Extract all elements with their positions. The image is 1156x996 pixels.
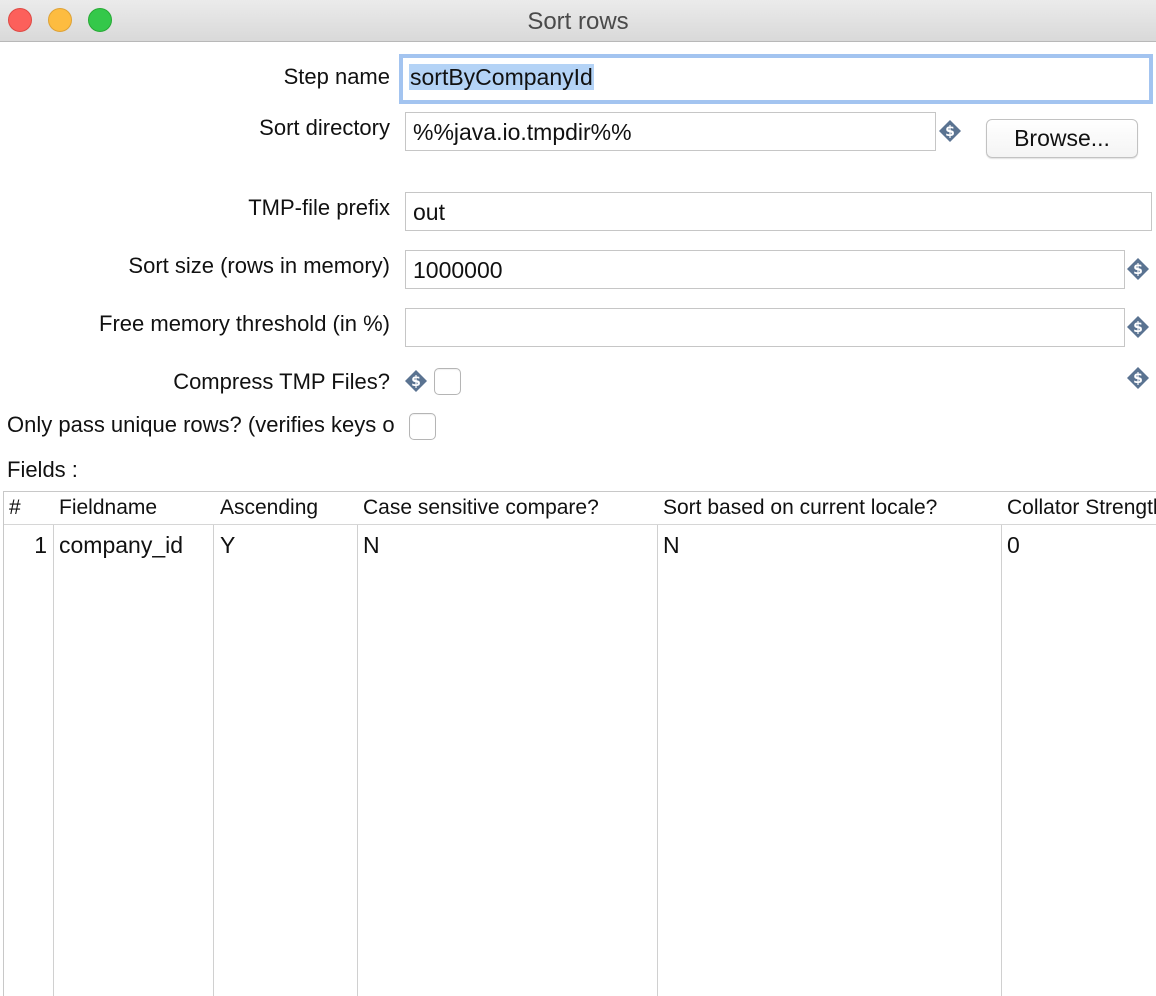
window-title: Sort rows [527,8,629,35]
fields-label: Fields : [7,457,78,482]
cell-collator-strength[interactable]: 0 [1007,532,1020,559]
header-locale[interactable]: Sort based on current locale? [663,496,999,520]
cell-index[interactable]: 1 [4,532,47,559]
free-memory-label: Free memory threshold (in %) [99,311,390,336]
column-ascending [214,492,358,996]
svg-text:$: $ [945,124,955,140]
header-case-sensitive[interactable]: Case sensitive compare? [363,496,655,520]
title-bar: Sort rows [0,0,1156,42]
step-name-value: sortByCompanyId [409,64,594,90]
sort-directory-label: Sort directory [259,115,390,140]
dollar-variable-icon[interactable]: $ [1126,257,1150,281]
header-ascending[interactable]: Ascending [220,496,356,520]
step-name-input[interactable]: sortByCompanyId [399,54,1153,104]
compress-checkbox[interactable] [434,368,461,395]
cell-case-sensitive[interactable]: N [363,532,380,559]
sort-directory-input[interactable]: %%java.io.tmpdir%% [405,112,936,151]
free-memory-input[interactable] [405,308,1125,347]
fields-table[interactable]: # Fieldname Ascending Case sensitive com… [3,491,1156,996]
cell-fieldname[interactable]: company_id [59,532,183,559]
unique-rows-label: Only pass unique rows? (verifies keys on… [7,412,396,437]
compress-label: Compress TMP Files? [173,369,390,394]
sort-rows-dialog: Sort rows Step name sortByCompanyId Sort… [0,0,1156,996]
table-header: # Fieldname Ascending Case sensitive com… [4,492,1156,525]
svg-text:$: $ [1133,320,1143,336]
header-index[interactable]: # [9,496,49,520]
svg-text:$: $ [1133,371,1143,387]
column-case-sensitive [358,492,658,996]
svg-text:$: $ [411,374,421,390]
sort-size-input[interactable]: 1000000 [405,250,1125,289]
unique-rows-checkbox[interactable] [409,413,436,440]
dollar-variable-icon[interactable]: $ [404,369,428,393]
browse-button[interactable]: Browse... [986,119,1138,158]
header-collator-strength[interactable]: Collator Strength [1007,496,1156,520]
cell-ascending[interactable]: Y [220,532,235,559]
sort-size-label: Sort size (rows in memory) [128,253,390,278]
svg-text:$: $ [1133,262,1143,278]
column-locale [658,492,1002,996]
column-fieldname [54,492,214,996]
tmp-prefix-label: TMP-file prefix [248,195,390,220]
column-index [4,492,54,996]
dollar-variable-icon[interactable]: $ [1126,366,1150,390]
header-fieldname[interactable]: Fieldname [59,496,211,520]
dollar-variable-icon[interactable]: $ [1126,315,1150,339]
cell-locale[interactable]: N [663,532,680,559]
dollar-variable-icon[interactable]: $ [938,119,962,143]
tmp-prefix-input[interactable]: out [405,192,1152,231]
step-name-label: Step name [283,64,390,89]
